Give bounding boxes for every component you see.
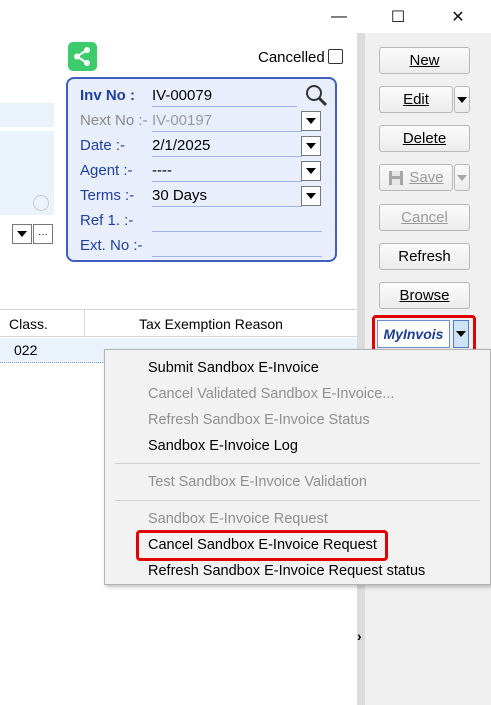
cancelled-label: Cancelled: [258, 49, 325, 66]
form-field-strip: [0, 103, 54, 127]
table-header: Class. Tax Exemption Reason: [0, 309, 357, 337]
date-label: Date :-: [80, 137, 126, 154]
next-no-label: Next No :-: [80, 112, 148, 129]
column-header-tax-exemption: Tax Exemption Reason: [139, 316, 283, 332]
close-button[interactable]: ✕: [436, 0, 480, 33]
ellipsis-button[interactable]: ···: [33, 224, 53, 244]
highlight-box: [136, 530, 388, 561]
chevron-down-icon: [457, 96, 467, 103]
einvoice-menu: Submit Sandbox E-Invoice Cancel Validate…: [104, 349, 491, 585]
chevron-down-icon: [306, 193, 316, 199]
delete-label: Delete: [402, 130, 447, 147]
next-no-dropdown[interactable]: [301, 111, 321, 131]
browse-button[interactable]: Browse: [379, 282, 470, 309]
terms-dropdown[interactable]: [301, 186, 321, 206]
ref-field[interactable]: [152, 212, 322, 232]
ext-no-label: Ext. No :-: [80, 237, 143, 254]
date-dropdown[interactable]: [301, 136, 321, 156]
agent-label: Agent :-: [80, 162, 133, 179]
share-icon: [74, 47, 90, 66]
cancelled-checkbox[interactable]: [328, 49, 343, 64]
menu-item-einvoice-request[interactable]: Sandbox E-Invoice Request: [148, 511, 328, 527]
minimize-button[interactable]: —: [317, 0, 361, 33]
floppy-disk-icon: [389, 170, 404, 185]
invoice-info-panel: Inv No : IV-00079 Next No :- IV-00197 Da…: [66, 77, 337, 262]
circle-icon: [33, 195, 49, 211]
new-button[interactable]: New: [379, 47, 470, 74]
save-dropdown-button[interactable]: [454, 164, 470, 191]
refresh-button[interactable]: Refresh: [379, 243, 470, 270]
menu-item-einvoice-log[interactable]: Sandbox E-Invoice Log: [148, 438, 298, 454]
cell-class: 022: [14, 342, 38, 358]
title-bar: — ☐ ✕: [0, 0, 491, 33]
search-icon[interactable]: [304, 83, 328, 107]
chevron-down-icon: [306, 143, 316, 149]
menu-item-cancel-validated-einvoice[interactable]: Cancel Validated Sandbox E-Invoice...: [148, 386, 394, 402]
inv-no-field[interactable]: IV-00079: [152, 87, 297, 107]
agent-dropdown[interactable]: [301, 161, 321, 181]
ellipsis-icon: ···: [38, 228, 48, 240]
refresh-label: Refresh: [398, 248, 451, 265]
menu-item-submit-sandbox-einvoice[interactable]: Submit Sandbox E-Invoice: [148, 360, 319, 376]
minimize-icon: —: [331, 7, 347, 25]
share-button[interactable]: [68, 42, 97, 71]
chevron-down-icon: [17, 231, 27, 237]
maximize-button[interactable]: ☐: [376, 0, 420, 33]
menu-item-test-validation[interactable]: Test Sandbox E-Invoice Validation: [148, 474, 367, 490]
dropdown-button[interactable]: [12, 224, 32, 244]
cancel-button[interactable]: Cancel: [379, 204, 470, 231]
terms-field[interactable]: 30 Days: [152, 187, 302, 207]
cancel-label: Cancel: [401, 209, 448, 226]
inv-no-label: Inv No :: [80, 87, 135, 104]
maximize-icon: ☐: [390, 8, 406, 26]
chevron-down-icon: [457, 174, 467, 181]
edit-button[interactable]: Edit: [379, 86, 453, 113]
column-header-class: Class.: [9, 316, 48, 332]
save-button[interactable]: Save: [379, 164, 453, 191]
browse-label: Browse: [399, 287, 450, 304]
next-no-field: IV-00197: [152, 112, 302, 132]
chevron-down-icon: [306, 118, 316, 124]
terms-label: Terms :-: [80, 187, 135, 204]
new-label: New: [409, 52, 440, 69]
close-icon: ✕: [451, 8, 465, 26]
edit-label: Edit: [403, 91, 429, 108]
menu-item-refresh-einvoice-status[interactable]: Refresh Sandbox E-Invoice Status: [148, 412, 370, 428]
ext-no-field[interactable]: [152, 237, 322, 257]
expand-arrow-icon[interactable]: ›: [357, 628, 362, 644]
agent-field[interactable]: ----: [152, 162, 302, 182]
delete-button[interactable]: Delete: [379, 125, 470, 152]
date-field[interactable]: 2/1/2025: [152, 137, 302, 157]
edit-dropdown-button[interactable]: [454, 86, 470, 113]
chevron-down-icon: [306, 168, 316, 174]
column-divider: [84, 310, 85, 337]
save-label: Save: [409, 169, 444, 186]
menu-item-refresh-request-status[interactable]: Refresh Sandbox E-Invoice Request status: [148, 563, 425, 579]
menu-separator: [115, 463, 480, 464]
ref-label: Ref 1. :-: [80, 212, 134, 229]
menu-separator: [115, 500, 480, 501]
